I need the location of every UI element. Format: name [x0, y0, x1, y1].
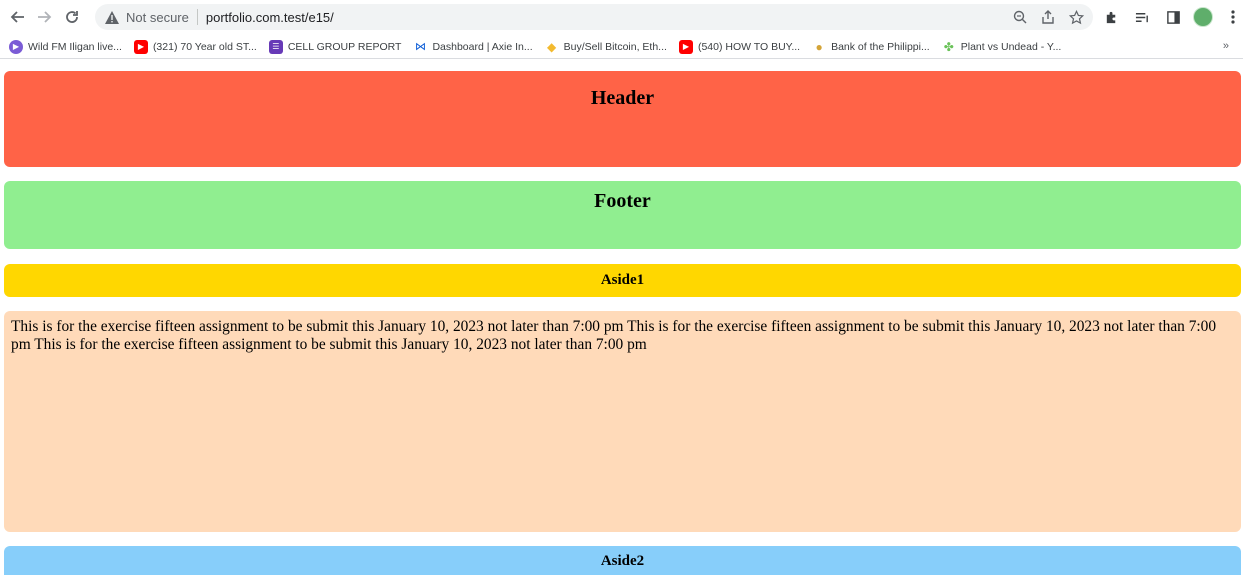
reload-icon	[66, 11, 78, 23]
bookmark-label: CELL GROUP REPORT	[287, 40, 402, 53]
bookmark-label: Bank of the Philippi...	[831, 40, 930, 53]
reload-button[interactable]	[61, 6, 83, 28]
bookmark-item[interactable]: ▶ (321) 70 Year old ST...	[133, 39, 257, 54]
main-section: This is for the exercise fifteen assignm…	[4, 311, 1241, 532]
footer-section: Footer	[4, 181, 1241, 249]
bookmark-label: (540) HOW TO BUY...	[697, 40, 801, 53]
browser-toolbar: Not secure portfolio.com.test/e15/	[0, 0, 1243, 34]
bookmark-label: Buy/Sell Bitcoin, Eth...	[563, 40, 667, 53]
bookmark-item[interactable]: ☰ CELL GROUP REPORT	[268, 39, 402, 54]
plant-icon: ✤	[943, 39, 954, 54]
arrow-left-icon	[10, 11, 24, 23]
bookmark-label: Wild FM Iligan live...	[28, 40, 122, 53]
star-icon[interactable]	[1067, 8, 1085, 26]
forward-button[interactable]	[33, 6, 55, 28]
bookmark-item[interactable]: ⋈ Dashboard | Axie In...	[413, 40, 533, 54]
bookmark-item[interactable]: ✤ Plant vs Undead - Y...	[942, 40, 1062, 54]
bookmark-item[interactable]: ▶ (540) HOW TO BUY...	[678, 39, 801, 54]
bookmark-item[interactable]: ◆ Buy/Sell Bitcoin, Eth...	[545, 40, 667, 54]
more-bookmarks-chevron-icon[interactable]: »	[1223, 40, 1229, 52]
aside2-title: Aside2	[600, 553, 645, 569]
play-icon: ▶	[9, 39, 23, 54]
header-section: Header	[4, 71, 1241, 167]
profile-avatar[interactable]	[1193, 7, 1213, 27]
youtube-icon: ▶	[678, 39, 693, 54]
security-status[interactable]: Not secure	[126, 10, 189, 25]
bookmark-label: (321) 70 Year old ST...	[152, 40, 257, 53]
warning-icon[interactable]	[104, 9, 120, 25]
bookmark-label: Dashboard | Axie In...	[432, 40, 533, 53]
axie-icon: ⋈	[414, 41, 426, 53]
main-paragraph: This is for the exercise fifteen assignm…	[11, 318, 1217, 353]
bookmark-item[interactable]: ● Bank of the Philippi...	[812, 39, 930, 54]
bookmark-item[interactable]: ▶ Wild FM Iligan live...	[9, 39, 122, 54]
url-text[interactable]: portfolio.com.test/e15/	[206, 10, 334, 25]
footer-title: Footer	[594, 190, 651, 212]
address-bar[interactable]: Not secure portfolio.com.test/e15/	[95, 4, 1093, 30]
bookmark-label: Plant vs Undead - Y...	[960, 40, 1062, 53]
bank-icon: ●	[815, 39, 823, 54]
arrow-right-icon	[38, 11, 52, 23]
zoom-icon[interactable]	[1011, 8, 1029, 26]
side-panel-icon[interactable]	[1162, 6, 1184, 28]
extensions-icon[interactable]	[1100, 6, 1122, 28]
page-content: Header Footer Aside1 This is for the exe…	[0, 62, 1243, 575]
aside1-title: Aside1	[600, 272, 645, 288]
bookmarks-bar: ▶ Wild FM Iligan live... ▶ (321) 70 Year…	[0, 35, 1243, 59]
reading-list-icon[interactable]	[1131, 6, 1153, 28]
share-icon[interactable]	[1039, 8, 1057, 26]
header-title: Header	[590, 87, 655, 109]
list-icon: ☰	[268, 39, 283, 54]
aside2-section: Aside2	[4, 546, 1241, 575]
address-divider	[196, 9, 198, 25]
aside1-section: Aside1	[4, 264, 1241, 297]
binance-icon: ◆	[547, 39, 557, 54]
youtube-icon: ▶	[133, 39, 148, 54]
menu-icon[interactable]	[1222, 6, 1243, 28]
back-button[interactable]	[7, 6, 29, 28]
